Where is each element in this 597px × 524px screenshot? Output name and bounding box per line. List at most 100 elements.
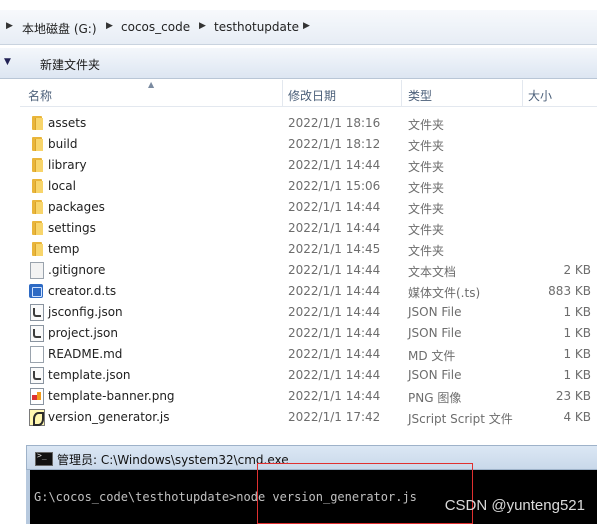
file-name: assets [48, 116, 87, 130]
file-row[interactable]: .gitignore 2022/1/1 14:44 文本文档 2 KB [20, 260, 597, 281]
file-date: 2022/1/1 14:44 [288, 221, 381, 235]
chevron-down-icon[interactable]: ▼ [4, 57, 11, 67]
file-row[interactable]: jsconfig.json 2022/1/1 14:44 JSON File 1 KB [20, 302, 597, 323]
file-row[interactable]: README.md 2022/1/1 14:44 MD 文件 1 KB [20, 344, 597, 365]
file-type: PNG 图像 [408, 391, 462, 405]
breadcrumb-drive[interactable]: 本地磁盘 (G:) [22, 20, 97, 37]
toolbar: ▼ 新建文件夹 [0, 48, 597, 79]
file-type: JSON File [408, 326, 462, 340]
file-name: version_generator.js [48, 410, 170, 424]
file-type: 文件夹 [408, 139, 445, 153]
file-name: creator.d.ts [48, 284, 117, 298]
file-size: 2 KB [563, 263, 591, 277]
file-row[interactable]: local 2022/1/1 15:06 文件夹 [20, 176, 597, 197]
command-prompt-icon [35, 451, 53, 466]
file-row[interactable]: library 2022/1/1 14:44 文件夹 [20, 155, 597, 176]
column-divider[interactable] [401, 80, 402, 106]
watermark: CSDN @yunteng521 [444, 497, 585, 514]
folder-icon [28, 115, 44, 131]
file-name: temp [48, 242, 80, 256]
json-file-icon [30, 367, 44, 384]
file-date: 2022/1/1 14:44 [288, 200, 381, 214]
file-name: library [48, 158, 87, 172]
breadcrumb-testhotupdate[interactable]: testhotupdate [214, 20, 299, 34]
file-date: 2022/1/1 14:44 [288, 158, 381, 172]
file-type: 文件夹 [408, 202, 445, 216]
folder-icon [28, 241, 44, 257]
file-type: MD 文件 [408, 349, 456, 363]
new-folder-button[interactable]: 新建文件夹 [40, 56, 100, 73]
file-name: project.json [48, 326, 118, 340]
file-date: 2022/1/1 15:06 [288, 179, 381, 193]
file-row[interactable]: creator.d.ts 2022/1/1 14:44 媒体文件(.ts) 883 K… [20, 281, 597, 302]
file-row[interactable]: packages 2022/1/1 14:44 文件夹 [20, 197, 597, 218]
address-bar[interactable]: ▶ 本地磁盘 (G:) ▶ cocos_code ▶ testhotupdate… [0, 10, 597, 45]
file-size: 1 KB [563, 368, 591, 382]
column-header: ▲ 名称 修改日期 类型 大小 [20, 80, 597, 107]
file-type: 文件夹 [408, 244, 445, 258]
blank-file-icon [30, 346, 44, 363]
file-name: .gitignore [48, 263, 106, 277]
folder-icon [28, 157, 44, 173]
file-size: 1 KB [563, 326, 591, 340]
file-date: 2022/1/1 18:16 [288, 116, 381, 130]
chevron-right-icon[interactable]: ▶ [6, 21, 13, 31]
file-row[interactable]: build 2022/1/1 18:12 文件夹 [20, 134, 597, 155]
cmd-window-title: 管理员: C:\Windows\system32\cmd.exe [57, 453, 289, 467]
column-divider[interactable] [282, 80, 283, 106]
file-type: 媒体文件(.ts) [408, 286, 481, 300]
folder-icon [28, 220, 44, 236]
column-name-header[interactable]: 名称 [28, 87, 52, 104]
file-row[interactable]: version_generator.js 2022/1/1 17:42 JScrip… [20, 407, 597, 428]
file-type: JSON File [408, 368, 462, 382]
file-type: JScript Script 文件 [408, 412, 513, 426]
media-file-icon [29, 284, 43, 298]
file-size: 4 KB [563, 410, 591, 424]
json-file-icon [30, 325, 44, 342]
sort-ascending-icon: ▲ [148, 80, 155, 89]
file-date: 2022/1/1 14:44 [288, 347, 381, 361]
folder-icon [28, 136, 44, 152]
file-row[interactable]: temp 2022/1/1 14:45 文件夹 [20, 239, 597, 260]
file-date: 2022/1/1 14:44 [288, 305, 381, 319]
text-file-icon [30, 262, 44, 279]
file-row[interactable]: template-banner.png 2022/1/1 14:44 PNG 图像 2… [20, 386, 597, 407]
file-size: 23 KB [555, 389, 591, 403]
file-name: settings [48, 221, 96, 235]
file-date: 2022/1/1 14:44 [288, 389, 381, 403]
file-row[interactable]: assets 2022/1/1 18:16 文件夹 [20, 113, 597, 134]
file-date: 2022/1/1 18:12 [288, 137, 381, 151]
file-row[interactable]: project.json 2022/1/1 14:44 JSON File 1 KB [20, 323, 597, 344]
file-row[interactable]: template.json 2022/1/1 14:44 JSON File 1 KB [20, 365, 597, 386]
breadcrumb-cocos-code[interactable]: cocos_code [121, 20, 190, 34]
column-type-header[interactable]: 类型 [408, 87, 432, 104]
chevron-right-icon[interactable]: ▶ [303, 21, 310, 31]
file-date: 2022/1/1 14:44 [288, 368, 381, 382]
chevron-right-icon[interactable]: ▶ [199, 21, 206, 31]
file-type: 文件夹 [408, 181, 445, 195]
file-date: 2022/1/1 14:45 [288, 242, 381, 256]
file-date: 2022/1/1 14:44 [288, 263, 381, 277]
image-file-icon [30, 388, 44, 405]
file-size: 1 KB [563, 347, 591, 361]
file-name: local [48, 179, 76, 193]
file-name: README.md [48, 347, 123, 361]
file-size: 883 KB [548, 284, 591, 298]
file-type: 文件夹 [408, 160, 445, 174]
file-type: 文本文档 [408, 265, 457, 279]
file-date: 2022/1/1 17:42 [288, 410, 381, 424]
file-row[interactable]: settings 2022/1/1 14:44 文件夹 [20, 218, 597, 239]
folder-icon [28, 199, 44, 215]
column-divider[interactable] [522, 80, 523, 106]
file-name: jsconfig.json [48, 305, 123, 319]
file-type: 文件夹 [408, 223, 445, 237]
column-date-header[interactable]: 修改日期 [288, 87, 336, 104]
file-type: 文件夹 [408, 118, 445, 132]
chevron-right-icon[interactable]: ▶ [106, 21, 113, 31]
folder-icon [28, 178, 44, 194]
json-file-icon [30, 304, 44, 321]
file-name: build [48, 137, 78, 151]
column-size-header[interactable]: 大小 [528, 87, 552, 104]
file-type: JSON File [408, 305, 462, 319]
file-size: 1 KB [563, 305, 591, 319]
